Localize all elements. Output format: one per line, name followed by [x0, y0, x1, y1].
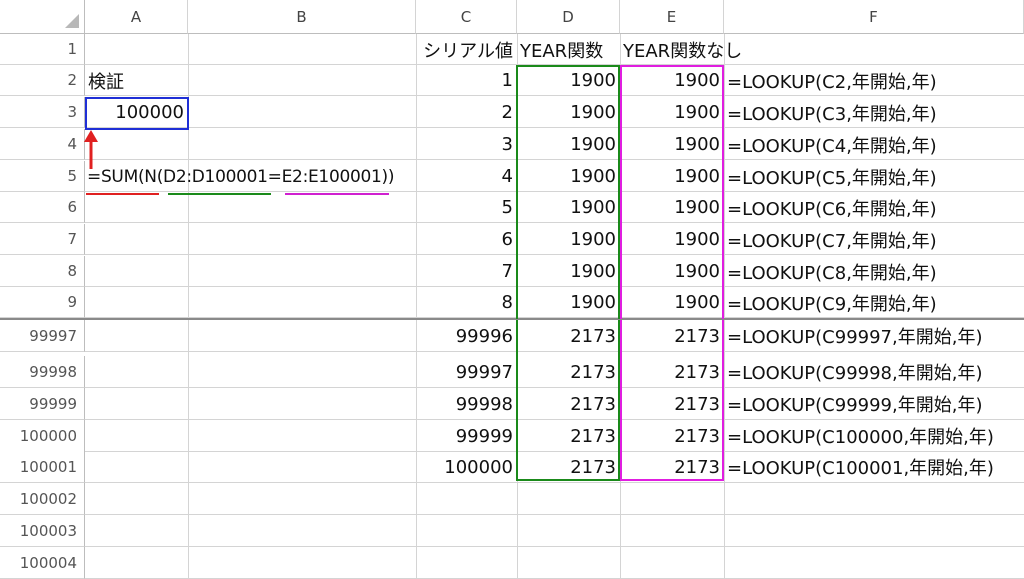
row-header[interactable]: 8 [0, 256, 85, 287]
cell-c[interactable]: 99999 [416, 420, 517, 452]
magenta-range-box-bottom [620, 320, 724, 481]
cell-f[interactable] [724, 34, 1024, 65]
row-header[interactable]: 100002 [0, 483, 85, 515]
cell-c[interactable]: 1 [416, 65, 517, 96]
row-header[interactable]: 99998 [0, 356, 85, 388]
formula-annotation: =SUM(N(D2:D100001=E2:E100001)) [87, 167, 394, 187]
row-header[interactable]: 5 [0, 161, 85, 192]
cell-f[interactable]: =LOOKUP(C99999,年開始,年) [724, 388, 1024, 420]
cell-f[interactable]: =LOOKUP(C7,年開始,年) [724, 224, 1024, 255]
blue-selection-box [85, 97, 189, 130]
cell-f[interactable]: =LOOKUP(C99997,年開始,年) [724, 320, 1024, 352]
magenta-underline [285, 193, 389, 195]
table-row [85, 547, 1024, 579]
cell-f[interactable]: =LOOKUP(C9,年開始,年) [724, 287, 1024, 318]
column-header-e[interactable]: E [620, 0, 724, 34]
red-underline [86, 193, 159, 195]
row-header[interactable]: 9 [0, 287, 85, 318]
cell-c[interactable]: 2 [416, 97, 517, 128]
cell-c[interactable]: 5 [416, 192, 517, 223]
column-header-b[interactable]: B [188, 0, 416, 34]
row-header[interactable]: 6 [0, 192, 85, 223]
cell-f[interactable]: =LOOKUP(C100001,年開始,年) [724, 451, 1024, 483]
column-header-c[interactable]: C [416, 0, 517, 34]
select-all-icon [65, 14, 79, 28]
cell-f[interactable]: =LOOKUP(C100000,年開始,年) [724, 420, 1024, 452]
arrow-up-icon [84, 130, 98, 169]
row-header[interactable]: 1 [0, 34, 85, 65]
formula-range-e: E2:E100001 [281, 167, 382, 187]
cell-d[interactable]: YEAR関数 [517, 34, 620, 65]
formula-prefix: =SUM(N( [87, 167, 164, 187]
cell-f[interactable]: =LOOKUP(C3,年開始,年) [724, 97, 1024, 128]
cell-f[interactable]: =LOOKUP(C99998,年開始,年) [724, 356, 1024, 388]
column-header-d[interactable]: D [517, 0, 620, 34]
cell-c[interactable]: 99998 [416, 388, 517, 420]
row-header[interactable]: 99999 [0, 388, 85, 420]
formula-suffix: )) [381, 167, 395, 187]
row-header[interactable]: 3 [0, 97, 85, 128]
formula-range-d: D2:D100001 [163, 167, 268, 187]
row-header[interactable]: 100003 [0, 515, 85, 547]
column-header-f[interactable]: F [724, 0, 1024, 34]
cell-f[interactable]: =LOOKUP(C8,年開始,年) [724, 256, 1024, 287]
row-header[interactable]: 100000 [0, 420, 85, 452]
cell-f[interactable]: =LOOKUP(C4,年開始,年) [724, 129, 1024, 160]
magenta-range-box-top [620, 65, 724, 319]
cell-f[interactable]: =LOOKUP(C5,年開始,年) [724, 161, 1024, 192]
cell-c[interactable]: 99997 [416, 356, 517, 388]
row-header[interactable]: 7 [0, 224, 85, 255]
table-row [85, 515, 1024, 547]
cell-f[interactable]: =LOOKUP(C2,年開始,年) [724, 65, 1024, 96]
cell-a[interactable]: 検証 [85, 65, 188, 96]
select-all-corner[interactable] [0, 0, 85, 34]
green-range-box-bottom [516, 320, 620, 481]
cell-c[interactable]: シリアル値 [416, 34, 517, 65]
row-header[interactable]: 2 [0, 65, 85, 96]
green-range-box-top [516, 65, 620, 319]
row-header[interactable]: 100001 [0, 451, 85, 483]
cell-c[interactable]: 3 [416, 129, 517, 160]
cell-c[interactable]: 6 [416, 224, 517, 255]
cell-f[interactable]: =LOOKUP(C6,年開始,年) [724, 192, 1024, 223]
row-header[interactable]: 100004 [0, 547, 85, 579]
split-line [0, 318, 1024, 320]
row-header[interactable]: 99997 [0, 320, 85, 352]
table-row [85, 483, 1024, 515]
cell-c[interactable]: 7 [416, 256, 517, 287]
row-header[interactable]: 4 [0, 129, 85, 160]
cell-c[interactable]: 8 [416, 287, 517, 318]
cell-c[interactable]: 4 [416, 161, 517, 192]
cell-e[interactable]: YEAR関数なし [620, 34, 742, 65]
cell-c[interactable]: 99996 [416, 320, 517, 352]
green-underline [168, 193, 271, 195]
column-header-a[interactable]: A [85, 0, 188, 34]
formula-equals: = [267, 167, 282, 187]
cell-c[interactable]: 100000 [416, 451, 517, 483]
spreadsheet: A B C D E F 1 シリアル値 YEAR関数 YEAR関数なし 2 検証 1 1900… [0, 0, 1024, 579]
